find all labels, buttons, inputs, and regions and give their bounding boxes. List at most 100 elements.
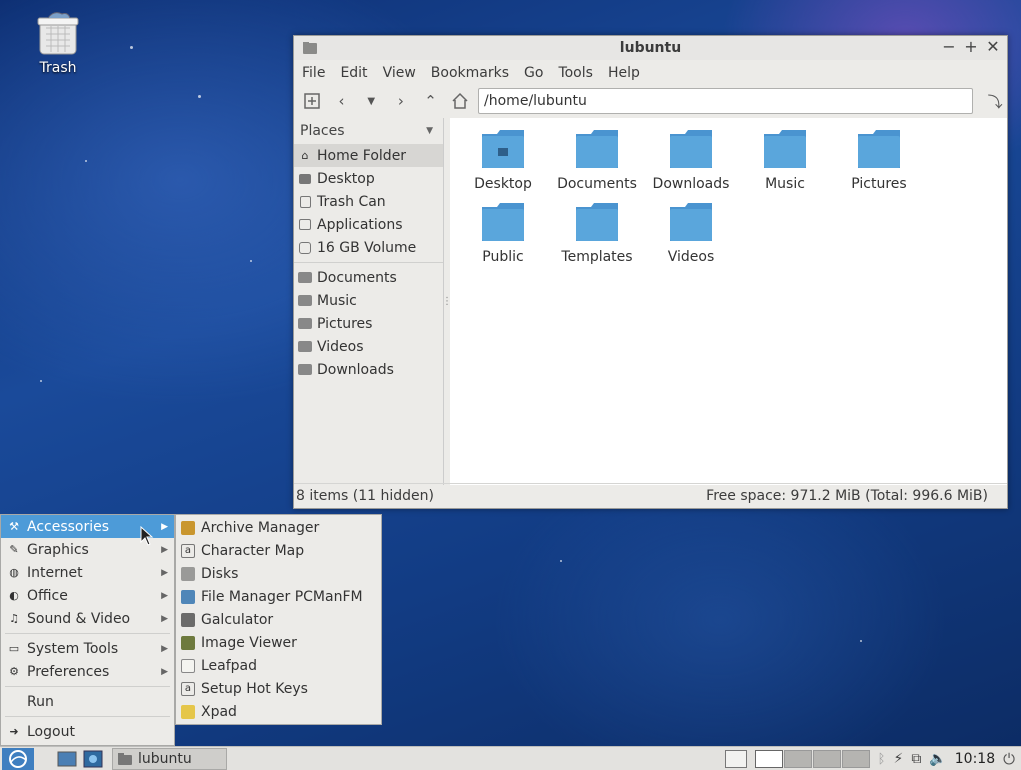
file-item-desktop[interactable]: Desktop xyxy=(455,128,551,192)
bookmark-downloads[interactable]: Downloads xyxy=(294,358,443,381)
file-item-templates[interactable]: Templates xyxy=(549,201,645,265)
submenu-item-character-map[interactable]: a Character Map xyxy=(176,539,381,562)
taskbar: lubuntu ᛒ ⚡ ⧉ 🔈 10:18 ⏻ xyxy=(0,746,1021,770)
file-label: Music xyxy=(765,176,805,192)
submenu-item-leafpad[interactable]: Leafpad xyxy=(176,654,381,677)
menu-view[interactable]: View xyxy=(383,65,416,81)
menu-label: Graphics xyxy=(27,541,89,558)
bookmark-label: Documents xyxy=(317,269,397,286)
window-list-icon[interactable] xyxy=(724,750,747,768)
place-desktop[interactable]: Desktop xyxy=(294,167,443,190)
file-manager-window: lubuntu − + ✕ File Edit View Bookmarks G… xyxy=(293,35,1008,509)
submenu-item-setup-hot-keys[interactable]: a Setup Hot Keys xyxy=(176,677,381,700)
menu-edit[interactable]: Edit xyxy=(340,65,367,81)
menu-bookmarks[interactable]: Bookmarks xyxy=(431,65,509,81)
menu-item-logout[interactable]: ➜ Logout xyxy=(1,720,174,743)
menu-item-internet[interactable]: ◍ Internet ▶ xyxy=(1,561,174,584)
menu-item-preferences[interactable]: ⚙ Preferences ▶ xyxy=(1,660,174,683)
folder-icon xyxy=(297,316,313,332)
forward-button[interactable]: › xyxy=(389,89,413,113)
logout-icon: ➜ xyxy=(9,725,19,738)
bookmark-documents[interactable]: Documents xyxy=(294,266,443,289)
network-icon[interactable]: ⧉ xyxy=(911,751,921,767)
submenu-label: Galculator xyxy=(201,611,274,628)
folder-icon xyxy=(297,270,313,286)
file-item-pictures[interactable]: Pictures xyxy=(831,128,927,192)
file-label: Desktop xyxy=(474,176,532,192)
task-lubuntu[interactable]: lubuntu xyxy=(112,747,227,770)
new-tab-button[interactable] xyxy=(300,89,324,113)
character-map-icon: a xyxy=(180,543,196,559)
submenu-item-xpad[interactable]: Xpad xyxy=(176,700,381,723)
menubar: File Edit View Bookmarks Go Tools Help xyxy=(294,60,1007,85)
menu-file[interactable]: File xyxy=(302,65,325,81)
back-button[interactable]: ‹ xyxy=(330,89,354,113)
clock[interactable]: 10:18 xyxy=(955,751,995,767)
file-item-downloads[interactable]: Downloads xyxy=(643,128,739,192)
menu-item-sound-video[interactable]: ♫ Sound & Video ▶ xyxy=(1,607,174,630)
menu-item-system-tools[interactable]: ▭ System Tools ▶ xyxy=(1,637,174,660)
chevron-right-icon: ▶ xyxy=(161,666,168,677)
star xyxy=(198,95,201,98)
close-button[interactable]: ✕ xyxy=(985,37,1001,57)
menu-go[interactable]: Go xyxy=(524,65,543,81)
power-icon[interactable]: ⏻ xyxy=(1003,750,1015,768)
go-button[interactable]: ⤵ xyxy=(983,89,1007,113)
submenu-item-image-viewer[interactable]: Image Viewer xyxy=(176,631,381,654)
file-manager-launcher[interactable] xyxy=(80,748,106,770)
menu-label: Office xyxy=(27,587,68,604)
workspace-4[interactable] xyxy=(841,750,870,768)
file-item-music[interactable]: Music xyxy=(737,128,833,192)
place-trash-can[interactable]: Trash Can xyxy=(294,190,443,213)
show-desktop-button[interactable] xyxy=(54,748,80,770)
volume-icon[interactable]: 🔈 xyxy=(929,751,946,767)
workspace-2[interactable] xyxy=(783,750,812,768)
menu-label: Preferences xyxy=(27,663,110,680)
trash-icon xyxy=(297,194,313,210)
workspace-1[interactable] xyxy=(754,750,783,768)
mouse-cursor-icon xyxy=(140,526,154,546)
file-item-videos[interactable]: Videos xyxy=(643,201,739,265)
maximize-button[interactable]: + xyxy=(963,37,979,57)
place-applications[interactable]: Applications xyxy=(294,213,443,236)
submenu-item-galculator[interactable]: Galculator xyxy=(176,608,381,631)
drive-icon xyxy=(297,240,313,256)
path-input[interactable] xyxy=(478,88,974,114)
file-item-public[interactable]: Public xyxy=(455,201,551,265)
file-item-documents[interactable]: Documents xyxy=(549,128,645,192)
bluetooth-icon[interactable]: ᛒ xyxy=(878,752,886,767)
titlebar[interactable]: lubuntu − + ✕ xyxy=(294,36,1007,60)
up-button[interactable]: ⌃ xyxy=(419,89,443,113)
globe-icon: ◍ xyxy=(9,566,19,579)
menu-help[interactable]: Help xyxy=(608,65,640,81)
power-manager-icon[interactable]: ⚡ xyxy=(893,751,903,767)
bookmark-music[interactable]: Music xyxy=(294,289,443,312)
calculator-icon xyxy=(180,612,196,628)
file-label: Downloads xyxy=(652,176,730,192)
place-label: Trash Can xyxy=(317,193,386,210)
workspace-3[interactable] xyxy=(812,750,841,768)
minimize-button[interactable]: − xyxy=(941,37,957,57)
submenu-item-disks[interactable]: Disks xyxy=(176,562,381,585)
leafpad-icon xyxy=(180,658,196,674)
start-button[interactable] xyxy=(0,747,36,770)
menu-tools[interactable]: Tools xyxy=(558,65,593,81)
submenu-item-file-manager[interactable]: File Manager PCManFM xyxy=(176,585,381,608)
submenu-label: Archive Manager xyxy=(201,519,320,536)
menu-item-run[interactable]: Run xyxy=(1,690,174,713)
history-dropdown-button[interactable]: ▼ xyxy=(359,89,383,113)
bookmark-videos[interactable]: Videos xyxy=(294,335,443,358)
place-16gb-volume[interactable]: 16 GB Volume xyxy=(294,236,443,259)
places-selector[interactable]: Places ▼ xyxy=(294,118,443,144)
system-tray: ᛒ ⚡ ⧉ 🔈 10:18 ⏻ xyxy=(724,747,1021,770)
bookmark-pictures[interactable]: Pictures xyxy=(294,312,443,335)
submenu-item-archive-manager[interactable]: Archive Manager xyxy=(176,516,381,539)
submenu-label: Image Viewer xyxy=(201,634,297,651)
home-button[interactable] xyxy=(448,89,472,113)
folder-icon xyxy=(297,339,313,355)
place-home-folder[interactable]: ⌂ Home Folder xyxy=(294,144,443,167)
status-item-count: 8 items (11 hidden) xyxy=(296,488,434,504)
desktop-trash[interactable]: Trash xyxy=(26,10,90,76)
menu-item-office[interactable]: ◐ Office ▶ xyxy=(1,584,174,607)
divider xyxy=(5,633,170,634)
